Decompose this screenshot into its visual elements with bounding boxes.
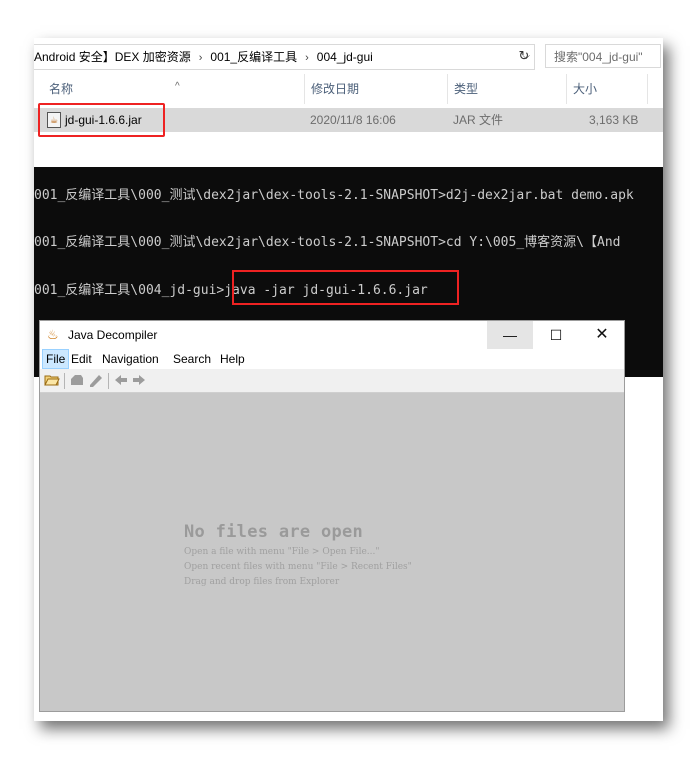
console-prompt: 001_反编译工具\004_jd-gui> [34,283,225,298]
column-type-label: 类型 [454,82,479,96]
save-icon[interactable] [88,373,104,391]
column-name-label: 名称 [49,82,74,96]
jd-gui-window: ♨ Java Decompiler — ☐ ✕ File Edit Naviga… [39,320,625,712]
menu-file[interactable]: File [42,349,70,369]
highlight-box [232,270,459,305]
menu-edit[interactable]: Edit [68,349,95,369]
close-file-icon[interactable] [69,373,85,391]
breadcrumb-separator: › [305,52,309,64]
empty-state-hint: Drag and drop files from Explorer [184,577,340,587]
toolbar-separator [64,373,65,389]
file-type: JAR 文件 [453,113,504,127]
column-size-label: 大小 [573,82,598,96]
column-size[interactable]: 大小 [567,74,648,104]
empty-state-title: No files are open [184,522,364,542]
refresh-icon[interactable]: ↻ [514,44,534,68]
breadcrumb-separator: › [198,52,203,64]
column-modified[interactable]: 修改日期 [305,74,448,104]
toolbar [40,370,624,393]
column-type[interactable]: 类型 [448,74,567,104]
java-cup-icon: ♨ [47,327,59,342]
empty-state-hint: Open a file with menu "File > Open File.… [184,547,380,557]
address-bar[interactable]: Android 安全】DEX 加密资源 › 001_反编译工具 › 004_jd-gui… [34,44,535,70]
back-arrow-icon[interactable] [114,373,128,391]
menu-search[interactable]: Search [170,349,214,369]
screenshot-frame: Android 安全】DEX 加密资源 › 001_反编译工具 › 004_jd-gui… [34,38,663,721]
window-title: Java Decompiler [68,328,158,342]
column-header: 名称 ^ 修改日期 类型 大小 [34,74,663,104]
breadcrumb-item[interactable]: 004_jd-gui [317,45,373,69]
toolbar-separator [108,373,109,389]
search-input[interactable]: 搜索"004_jd-gui" [545,44,661,68]
console-line: 001_反编译工具\000_测试\dex2jar\dex-tools-2.1-S… [34,235,621,250]
breadcrumb-item[interactable]: Android 安全】DEX 加密资源 [34,45,191,69]
maximize-button[interactable]: ☐ [533,321,579,349]
folder-open-icon[interactable] [44,373,60,391]
console-line: 001_反编译工具\000_测试\dex2jar\dex-tools-2.1-S… [34,188,634,203]
file-modified: 2020/11/8 16:06 [310,113,396,127]
minimize-button[interactable]: — [487,321,533,349]
column-name[interactable]: 名称 ^ [43,74,305,104]
title-bar[interactable]: ♨ Java Decompiler — ☐ ✕ [40,321,624,349]
empty-state-hint: Open recent files with menu "File > Rece… [184,562,412,572]
menu-navigation[interactable]: Navigation [99,349,162,369]
menu-bar: File Edit Navigation Search Help [40,349,624,369]
close-button[interactable]: ✕ [579,321,625,349]
sort-up-icon: ^ [175,81,180,92]
column-modified-label: 修改日期 [311,82,360,96]
file-explorer: Android 安全】DEX 加密资源 › 001_反编译工具 › 004_jd-gui… [34,38,663,168]
file-size: 3,163 KB [589,113,639,127]
main-content-area[interactable]: No files are open Open a file with menu … [40,393,624,711]
highlight-box [38,103,165,137]
menu-help[interactable]: Help [217,349,248,369]
breadcrumb-item[interactable]: 001_反编译工具 [210,45,297,69]
forward-arrow-icon[interactable] [132,373,146,391]
